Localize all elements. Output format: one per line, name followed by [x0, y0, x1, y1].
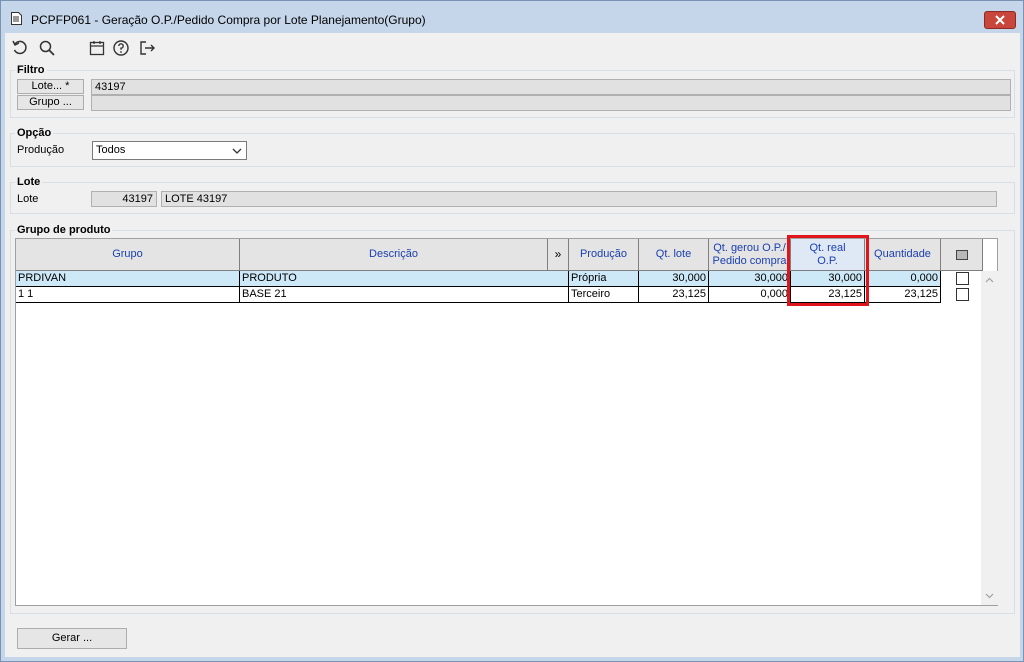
- col-header-producao[interactable]: Produção: [569, 239, 639, 271]
- grupo-filter-field[interactable]: [91, 95, 1011, 111]
- col-header-select-all[interactable]: [941, 239, 983, 271]
- cell-producao: Própria: [569, 271, 639, 287]
- undo-icon[interactable]: [11, 39, 29, 57]
- lote-lookup-button[interactable]: Lote... *: [17, 79, 84, 94]
- row-checkbox[interactable]: [956, 272, 969, 285]
- cell-qt-gerou: 0,000: [709, 287, 791, 303]
- lote-code-field: 43197: [91, 191, 157, 207]
- col-header-quantidade[interactable]: Quantidade: [865, 239, 941, 271]
- cell-descricao: PRODUTO: [240, 271, 569, 287]
- close-icon: [995, 15, 1005, 25]
- calendar-icon[interactable]: [88, 39, 106, 57]
- lote-description-field: LOTE 43197: [161, 191, 997, 207]
- cell-qt-lote: 23,125: [639, 287, 709, 303]
- vertical-scrollbar[interactable]: [981, 271, 998, 605]
- select-all-checkbox[interactable]: [955, 249, 968, 260]
- toolbar: [5, 33, 1020, 61]
- cell-grupo: PRDIVAN: [16, 271, 240, 287]
- expand-columns-button[interactable]: »: [548, 239, 569, 271]
- col-header-qt-gerou[interactable]: Qt. gerou O.P./ Pedido compra: [709, 239, 791, 271]
- app-window: PCPFP061 - Geração O.P./Pedido Compra po…: [0, 0, 1024, 662]
- cell-qt-gerou: 30,000: [709, 271, 791, 287]
- cell-quantidade[interactable]: 23,125: [865, 287, 941, 303]
- gerar-button[interactable]: Gerar ...: [17, 628, 127, 649]
- row-checkbox[interactable]: [956, 288, 969, 301]
- lote-label: Lote: [17, 193, 39, 205]
- lote-legend: Lote: [17, 176, 41, 188]
- producao-label: Produção: [17, 144, 65, 156]
- table-row[interactable]: 1 1 BASE 21 Terceiro 23,125 0,000 23,125…: [16, 287, 986, 303]
- grupo-lookup-button[interactable]: Grupo ...: [17, 95, 84, 110]
- cell-quantidade[interactable]: 0,000: [865, 271, 941, 287]
- cell-qt-lote: 30,000: [639, 271, 709, 287]
- col-header-qt-real[interactable]: Qt. real O.P.: [791, 239, 865, 271]
- help-icon[interactable]: [112, 39, 130, 57]
- cell-producao: Terceiro: [569, 287, 639, 303]
- title-bar: PCPFP061 - Geração O.P./Pedido Compra po…: [1, 1, 1023, 33]
- filtro-legend: Filtro: [17, 64, 45, 76]
- cell-qt-real[interactable]: 30,000: [791, 271, 865, 287]
- col-header-qt-lote[interactable]: Qt. lote: [639, 239, 709, 271]
- table-row[interactable]: PRDIVAN PRODUTO Própria 30,000 30,000 30…: [16, 271, 986, 287]
- chevron-down-icon: [232, 148, 242, 154]
- product-grid: Grupo Descrição » Produção Qt. lote Qt. …: [15, 235, 998, 606]
- window-title: PCPFP061 - Geração O.P./Pedido Compra po…: [31, 13, 426, 27]
- client-area: Filtro Lote... * 43197 Grupo ... Opção P…: [5, 33, 1020, 657]
- scroll-up-icon[interactable]: [981, 273, 998, 287]
- col-header-descricao[interactable]: Descrição: [240, 239, 548, 271]
- cell-descricao: BASE 21: [240, 287, 569, 303]
- opcao-legend: Opção: [17, 127, 52, 139]
- exit-icon[interactable]: [138, 39, 156, 57]
- lote-filter-field[interactable]: 43197: [91, 79, 1011, 95]
- scroll-down-icon[interactable]: [981, 589, 998, 603]
- producao-select[interactable]: Todos: [92, 141, 247, 160]
- cell-qt-real[interactable]: 23,125: [791, 287, 865, 303]
- grupo-produto-legend: Grupo de produto: [17, 224, 111, 236]
- cell-grupo: 1 1: [16, 287, 240, 303]
- close-button[interactable]: [984, 11, 1016, 29]
- producao-select-value: Todos: [96, 144, 126, 156]
- document-icon: [11, 12, 22, 25]
- search-icon[interactable]: [38, 39, 56, 57]
- col-header-grupo[interactable]: Grupo: [16, 239, 240, 271]
